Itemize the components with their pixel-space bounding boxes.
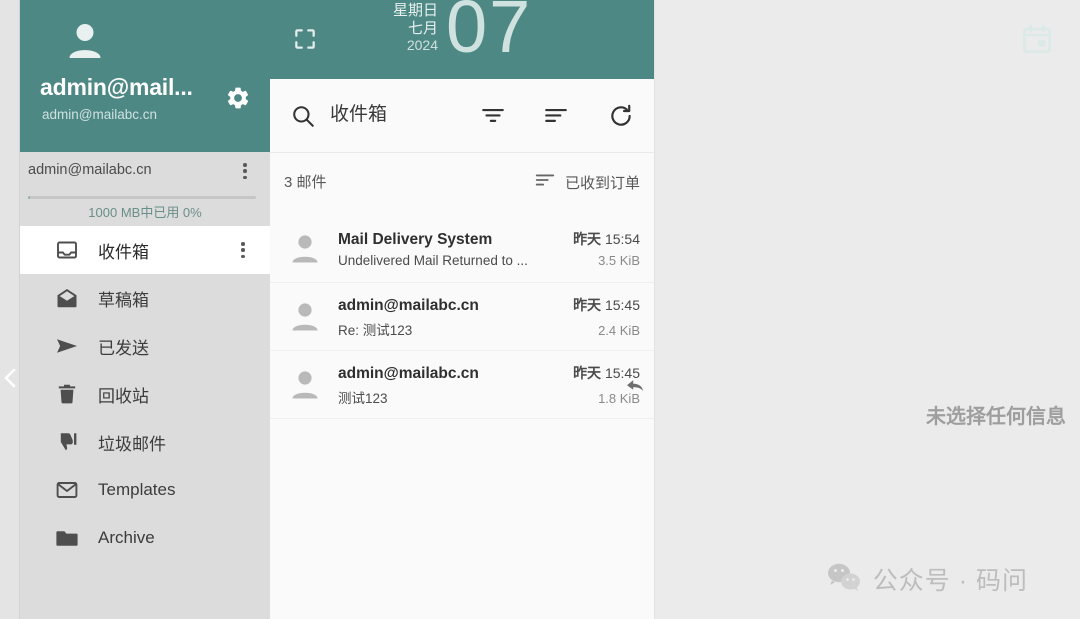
mail-sender: Mail Delivery System: [338, 231, 493, 248]
date-day-number: 07: [446, 0, 533, 68]
date-header: 星期日 七月 2024 07: [270, 0, 654, 79]
date-weekday: 星期日: [392, 2, 438, 19]
sidebar-item-drafts[interactable]: 草稿箱: [20, 274, 270, 322]
mail-size: 2.4 KiB: [598, 322, 640, 338]
mail-app-window: admin@mail... admin@mailabc.cn admin@mai…: [0, 0, 1080, 619]
mail-subject: Undelivered Mail Returned to ...: [338, 253, 528, 268]
mail-sender: admin@mailabc.cn: [338, 364, 479, 382]
chevron-left-icon[interactable]: [3, 365, 17, 391]
date-text-block: 星期日 七月 2024: [358, 2, 438, 54]
account-header: admin@mail... admin@mailabc.cn: [20, 0, 270, 152]
account-email: admin@mailabc.cn: [42, 107, 158, 122]
account-row-label: admin@mailabc.cn: [28, 162, 152, 178]
mail-list-item[interactable]: admin@mailabc.cn 昨天 15:45 Re: 测试123 2.4 …: [270, 283, 654, 351]
envelope-icon: [54, 477, 80, 503]
mail-item-body: Mail Delivery System 昨天 15:54 Undelivere…: [338, 229, 640, 268]
trash-icon: [54, 381, 80, 407]
current-folder-title: 收件箱: [330, 104, 388, 125]
person-icon: [286, 366, 324, 404]
sort-order-button[interactable]: 已收到订单: [534, 169, 640, 196]
sidebar-item-label: 垃圾邮件: [98, 434, 166, 454]
mail-item-body: admin@mailabc.cn 昨天 15:45 测试123 1.8 KiB: [338, 363, 640, 407]
watermark-text: 公众号 · 码问: [872, 567, 1028, 595]
wechat-icon: [827, 562, 861, 597]
sidebar-item-templates[interactable]: Templates: [20, 466, 270, 514]
mail-list: Mail Delivery System 昨天 15:54 Undelivere…: [270, 215, 654, 619]
date-year: 2024: [406, 37, 438, 54]
refresh-icon[interactable]: [608, 103, 634, 129]
sidebar-item-label: 已发送: [98, 338, 149, 358]
sidebar-collapse-rail[interactable]: [0, 0, 20, 619]
list-toolbar: 收件箱: [270, 79, 654, 153]
sidebar: admin@mail... admin@mailabc.cn admin@mai…: [0, 0, 270, 619]
folder-icon: [54, 525, 80, 551]
sidebar-item-junk[interactable]: 垃圾邮件: [20, 418, 270, 466]
sidebar-item-label: Archive: [98, 528, 155, 547]
inbox-icon: [54, 237, 80, 263]
storage-label: 1000 MB中已用 0%: [88, 205, 202, 220]
list-status-bar: 3 邮件 已收到订单: [270, 153, 654, 215]
mail-list-item[interactable]: Mail Delivery System 昨天 15:54 Undelivere…: [270, 215, 654, 283]
sort-icon: [534, 169, 556, 196]
account-display-name: admin@mail...: [40, 74, 193, 100]
sidebar-item-sent[interactable]: 已发送: [20, 322, 270, 370]
fullscreen-icon[interactable]: [292, 26, 318, 52]
mail-datetime: 昨天 15:45: [573, 296, 640, 313]
sidebar-item-label: Templates: [98, 480, 176, 499]
sidebar-item-label: 回收站: [98, 386, 149, 406]
mail-sender: admin@mailabc.cn: [338, 296, 479, 314]
sidebar-item-archive[interactable]: Archive: [20, 514, 270, 562]
mail-subject: Re: 测试123: [338, 322, 413, 338]
mail-subject: 测试123: [338, 390, 388, 406]
sort-icon[interactable]: [543, 103, 569, 129]
more-vertical-icon[interactable]: [236, 160, 254, 182]
watermark: 公众号 · 码问: [827, 561, 1028, 597]
thumbs-down-icon: [54, 429, 80, 455]
filter-icon[interactable]: [480, 103, 506, 129]
sidebar-item-label: 收件箱: [98, 242, 149, 262]
sidebar-item-label: 草稿箱: [98, 290, 149, 310]
reply-arrow-icon: [626, 379, 644, 393]
storage-progress-fill: [28, 196, 31, 199]
more-vertical-icon[interactable]: [234, 239, 252, 261]
draft-icon: [54, 285, 80, 311]
mail-item-body: admin@mailabc.cn 昨天 15:45 Re: 测试123 2.4 …: [338, 295, 640, 339]
sidebar-item-trash[interactable]: 回收站: [20, 370, 270, 418]
reading-pane: 未选择任何信息 公众号 · 码问: [655, 0, 1080, 619]
gear-icon[interactable]: [224, 84, 252, 112]
mail-list-item[interactable]: admin@mailabc.cn 昨天 15:45 测试123 1.8 KiB: [270, 351, 654, 419]
message-list-pane: 星期日 七月 2024 07 收件箱 3 邮件 已收到订单 Mail Deliv…: [270, 0, 655, 619]
mail-datetime: 昨天 15:54: [573, 231, 640, 247]
folder-list: 收件箱 草稿箱 已发送 回收站 垃圾邮件 Templates Archive: [20, 226, 270, 619]
send-icon: [54, 333, 80, 359]
storage-progress-bar: [28, 196, 256, 199]
date-month: 七月: [407, 19, 438, 37]
person-icon: [286, 298, 324, 336]
account-storage-row: admin@mailabc.cn 1000 MB中已用 0%: [20, 152, 270, 226]
sort-order-label: 已收到订单: [564, 175, 640, 192]
person-icon: [62, 18, 108, 64]
person-icon: [286, 230, 324, 268]
mail-count-label: 3 邮件: [284, 174, 327, 191]
no-message-selected-label: 未选择任何信息: [926, 406, 1066, 428]
search-icon[interactable]: [290, 103, 316, 129]
calendar-icon[interactable]: [1020, 22, 1054, 56]
mail-size: 3.5 KiB: [598, 253, 640, 268]
sidebar-item-inbox[interactable]: 收件箱: [20, 226, 270, 274]
